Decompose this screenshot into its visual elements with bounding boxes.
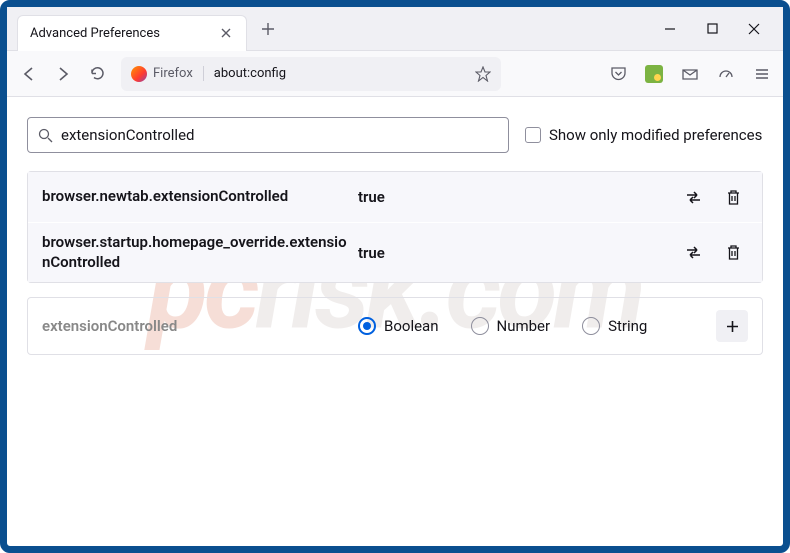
pref-value[interactable]: true bbox=[352, 244, 678, 262]
forward-button[interactable] bbox=[53, 64, 73, 84]
url-bar[interactable]: Firefox about:config bbox=[121, 57, 501, 91]
close-tab-icon[interactable] bbox=[218, 25, 234, 41]
radio-number[interactable]: Number bbox=[471, 317, 551, 335]
type-radio-group: Boolean Number String bbox=[352, 317, 716, 335]
menu-icon[interactable] bbox=[753, 65, 771, 83]
tab-title: Advanced Preferences bbox=[30, 26, 218, 41]
window-controls bbox=[663, 22, 783, 36]
delete-button[interactable] bbox=[718, 238, 748, 268]
maximize-button[interactable] bbox=[705, 22, 719, 36]
preferences-table: browser.newtab.extensionControlled true … bbox=[27, 171, 763, 283]
radio-icon bbox=[471, 317, 489, 335]
search-box[interactable] bbox=[27, 117, 509, 153]
extension-icon[interactable] bbox=[645, 65, 663, 83]
identity-label: Firefox bbox=[153, 66, 204, 81]
dashboard-icon[interactable] bbox=[717, 65, 735, 83]
reload-button[interactable] bbox=[87, 64, 107, 84]
minimize-button[interactable] bbox=[663, 22, 677, 36]
pocket-icon[interactable] bbox=[609, 65, 627, 83]
tab-active[interactable]: Advanced Preferences bbox=[17, 15, 247, 51]
delete-button[interactable] bbox=[718, 182, 748, 212]
identity-box[interactable]: Firefox bbox=[131, 66, 204, 82]
titlebar: Advanced Preferences bbox=[7, 7, 783, 51]
search-row: Show only modified preferences bbox=[27, 117, 763, 153]
mail-icon[interactable] bbox=[681, 65, 699, 83]
radio-icon bbox=[358, 317, 376, 335]
new-pref-row: extensionControlled Boolean Number Strin… bbox=[27, 297, 763, 355]
bookmark-star-icon[interactable] bbox=[475, 66, 491, 82]
radio-boolean[interactable]: Boolean bbox=[358, 317, 439, 335]
content-area: Show only modified preferences browser.n… bbox=[7, 97, 783, 375]
toggle-button[interactable] bbox=[678, 182, 708, 212]
firefox-logo-icon bbox=[131, 66, 147, 82]
pref-value[interactable]: true bbox=[352, 188, 678, 206]
pref-row: browser.newtab.extensionControlled true bbox=[28, 172, 762, 222]
radio-icon bbox=[582, 317, 600, 335]
search-icon bbox=[38, 128, 53, 143]
nav-toolbar: Firefox about:config bbox=[7, 51, 783, 97]
radio-string[interactable]: String bbox=[582, 317, 647, 335]
add-pref-button[interactable] bbox=[716, 310, 748, 342]
show-modified-checkbox-label[interactable]: Show only modified preferences bbox=[525, 126, 762, 144]
new-tab-button[interactable] bbox=[261, 22, 275, 36]
pref-name[interactable]: browser.newtab.extensionControlled bbox=[42, 187, 352, 207]
back-button[interactable] bbox=[19, 64, 39, 84]
toggle-button[interactable] bbox=[678, 238, 708, 268]
pref-name[interactable]: browser.startup.homepage_override.extens… bbox=[42, 233, 352, 272]
url-text: about:config bbox=[214, 66, 465, 81]
close-window-button[interactable] bbox=[747, 22, 761, 36]
new-pref-name: extensionControlled bbox=[42, 317, 352, 335]
checkbox-text: Show only modified preferences bbox=[549, 126, 762, 144]
search-input[interactable] bbox=[61, 126, 498, 144]
pref-row: browser.startup.homepage_override.extens… bbox=[28, 222, 762, 282]
show-modified-checkbox[interactable] bbox=[525, 127, 541, 143]
